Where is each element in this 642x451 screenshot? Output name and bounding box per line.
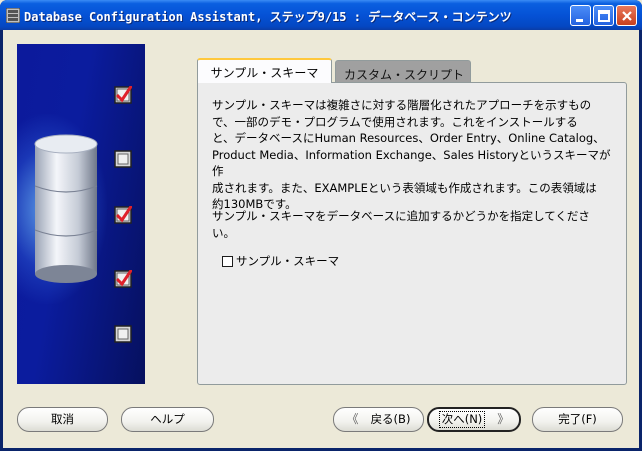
prompt-text: サンプル・スキーマをデータベースに追加するかどうかを指定してくださ い。 [212,208,616,241]
maximize-icon [598,10,610,22]
description-line: Product Media、Information Exchange、Sales… [212,147,611,179]
sample-schemas-checkbox-label[interactable]: サンプル・スキーマ [236,253,339,269]
sample-schemas-checkbox[interactable] [222,255,233,267]
cancel-button[interactable]: 取消 [17,407,108,432]
title-bar[interactable]: Database Configuration Assistant, ステップ9/… [0,0,642,30]
prompt-line: い。 [212,225,235,240]
next-arrow-icon: 》 [497,412,510,426]
database-app-icon [5,7,21,24]
description-line: で、一部のデモ・プログラムで使用されます。これをインストールする [212,114,578,129]
database-cylinder-icon [34,134,98,283]
description-line: サンプル・スキーマは複雑さに対する階層化されたアプローチを示すもの [212,98,592,112]
minimize-button[interactable] [570,5,591,26]
tab-panel: サンプル・スキーマは複雑さに対する階層化されたアプローチを示すもの で、一部のデ… [197,82,627,385]
description-line: と、データベースにHuman Resources、Order Entry、Onl… [212,131,605,145]
prompt-line: サンプル・スキーマをデータベースに追加するかどうかを指定してくださ [212,209,590,223]
sample-schemas-checkbox-row[interactable]: サンプル・スキーマ [222,253,339,269]
maximize-button[interactable] [593,5,614,26]
minimize-icon [576,19,583,22]
description-text: サンプル・スキーマは複雑さに対する階層化されたアプローチを示すもの で、一部のデ… [212,97,616,213]
tab-sample-schemas[interactable]: サンプル・スキーマ [197,58,332,83]
close-button[interactable] [616,5,637,26]
finish-button-label: 完了(F) [558,412,597,426]
dialog-client-area: サンプル・スキーマ カスタム・スクリプト サンプル・スキーマは複雑さに対する階層… [3,30,639,448]
tab-custom-scripts[interactable]: カスタム・スクリプト [335,60,471,82]
back-button[interactable]: 《戻る(B) [333,407,424,432]
finish-button[interactable]: 完了(F) [532,407,623,432]
dialog-window: Database Configuration Assistant, ステップ9/… [0,0,642,451]
next-button-label: 次へ(N) [438,411,486,428]
help-button-label: ヘルプ [150,412,185,426]
empty-box-icon [114,150,132,168]
back-arrow-icon: 《 [346,412,359,426]
window-title: Database Configuration Assistant, ステップ9/… [24,10,512,24]
checked-box-icon [114,270,132,288]
back-button-label: 戻る(B) [370,412,411,426]
wizard-side-image [17,44,145,384]
help-button[interactable]: ヘルプ [121,407,214,432]
checked-box-icon [114,86,132,104]
empty-box-icon [114,325,132,343]
checked-box-icon [114,206,132,224]
description-line: 成されます。また、EXAMPLEという表領域も作成されます。この表領域は [212,180,597,195]
cancel-button-label: 取消 [51,412,74,426]
close-icon [622,11,632,21]
next-button[interactable]: 次へ(N) 》 [427,407,521,432]
